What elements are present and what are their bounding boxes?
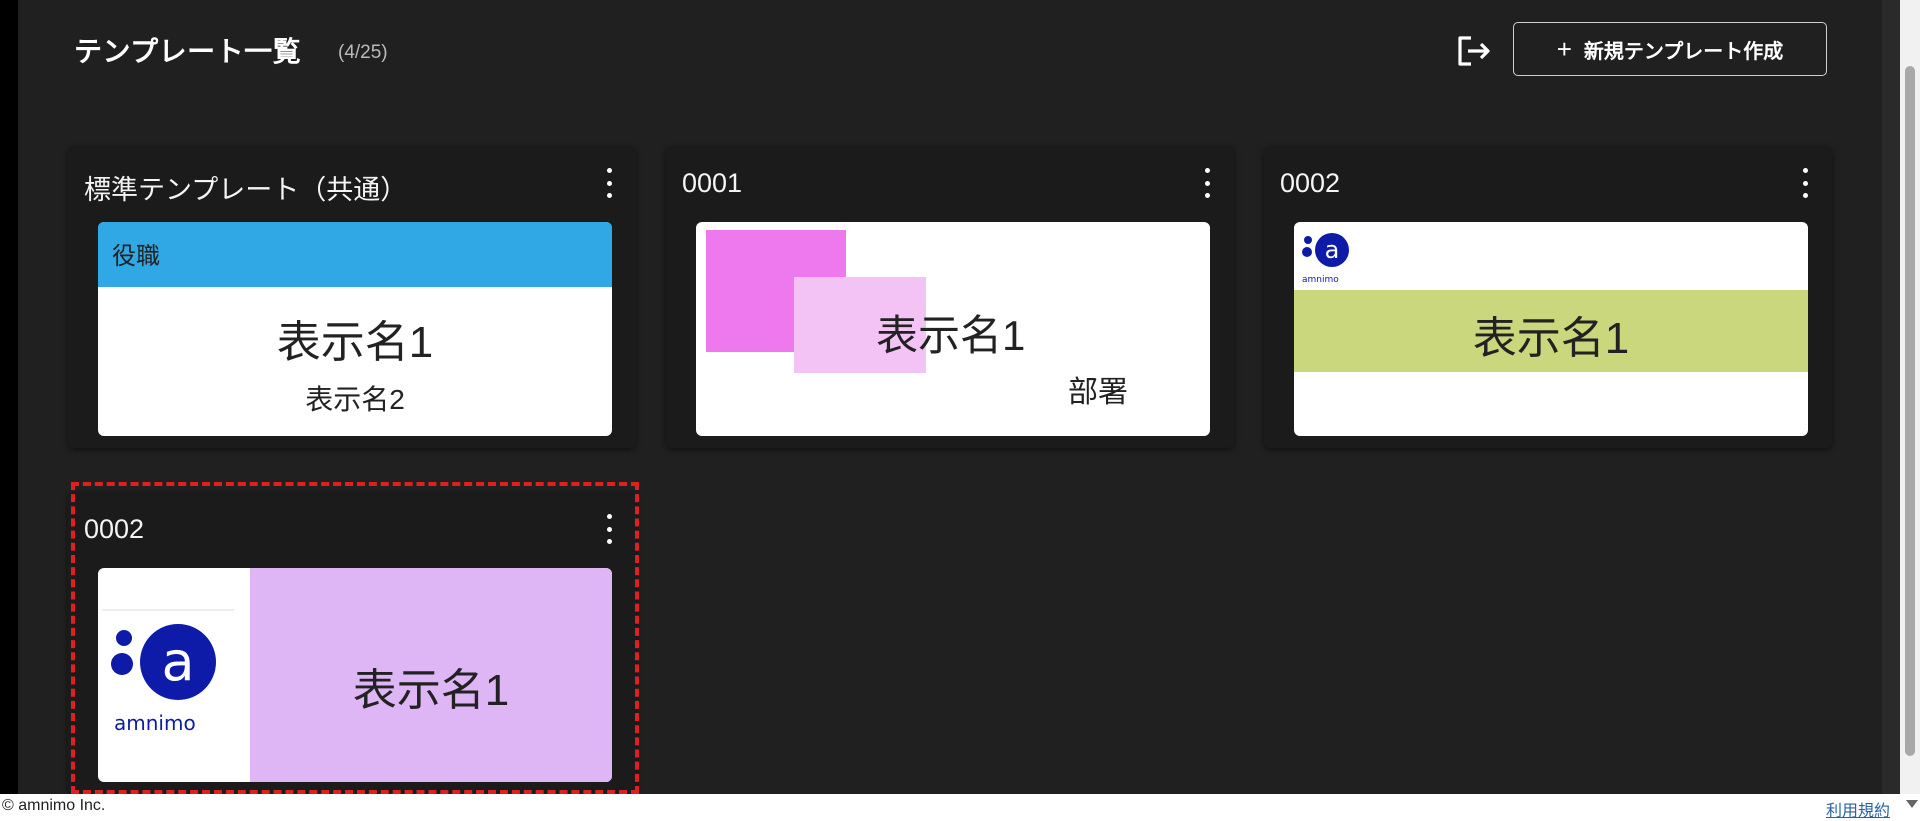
more-options-icon[interactable] — [1200, 168, 1214, 198]
department-label: 部署 — [1068, 376, 1128, 409]
amnimo-logo: a amnimo — [1298, 226, 1356, 286]
amnimo-logo: a amnimo — [102, 608, 234, 744]
svg-text:a: a — [161, 630, 194, 693]
display-name-2: 表示名2 — [305, 384, 405, 415]
template-card-title: 0002 — [84, 514, 145, 544]
template-card-title: 標準テンプレート（共通） — [84, 175, 408, 205]
svg-text:a: a — [1325, 236, 1340, 264]
copyright-text: © amnimo Inc. — [2, 797, 106, 814]
template-preview[interactable]: 表示名1 部署 — [696, 222, 1210, 436]
template-preview[interactable]: a amnimo 表示名1 — [98, 568, 612, 782]
role-label: 役職 — [112, 243, 160, 270]
scrollbar-thumb[interactable] — [1905, 66, 1915, 756]
display-name-1: 表示名1 — [276, 318, 434, 367]
template-count: (4/25) — [338, 42, 388, 63]
more-options-icon[interactable] — [602, 514, 616, 544]
more-options-icon[interactable] — [602, 168, 616, 198]
role-band — [98, 222, 612, 287]
display-name-1: 表示名1 — [876, 312, 1026, 359]
right-gutter — [1882, 0, 1900, 808]
template-card-selected[interactable]: 0002 a amnimo 表示名1 — [68, 492, 636, 794]
more-options-icon[interactable] — [1798, 168, 1812, 198]
template-card[interactable]: 標準テンプレート（共通） 役職 表示名1 表示名2 — [68, 146, 636, 448]
window-left-edge — [0, 0, 18, 808]
footer-bar — [0, 794, 1920, 821]
logout-icon — [1458, 36, 1490, 66]
template-card-title: 0002 — [1280, 168, 1341, 198]
template-card[interactable]: 0002 a amnimo 表示名1 — [1264, 146, 1832, 448]
scroll-down-icon[interactable] — [1906, 800, 1918, 808]
terms-link[interactable]: 利用規約 — [1826, 797, 1890, 821]
new-template-button-label: 新規テンプレート作成 — [1583, 40, 1784, 63]
page-title: テンプレート一覧 — [74, 36, 302, 67]
template-card-title: 0001 — [682, 168, 743, 198]
display-name-1: 表示名1 — [1472, 314, 1630, 363]
template-preview[interactable]: a amnimo 表示名1 — [1294, 222, 1808, 436]
display-name-1: 表示名1 — [352, 666, 510, 715]
template-card[interactable]: 0001 表示名1 部署 — [666, 146, 1234, 448]
svg-text:amnimo: amnimo — [1302, 275, 1339, 285]
logout-button[interactable] — [1455, 33, 1493, 69]
plus-icon: + — [1556, 34, 1572, 64]
svg-text:amnimo: amnimo — [114, 711, 196, 735]
new-template-button[interactable]: + 新規テンプレート作成 — [1513, 22, 1827, 76]
template-preview[interactable]: 役職 表示名1 表示名2 — [98, 222, 612, 436]
